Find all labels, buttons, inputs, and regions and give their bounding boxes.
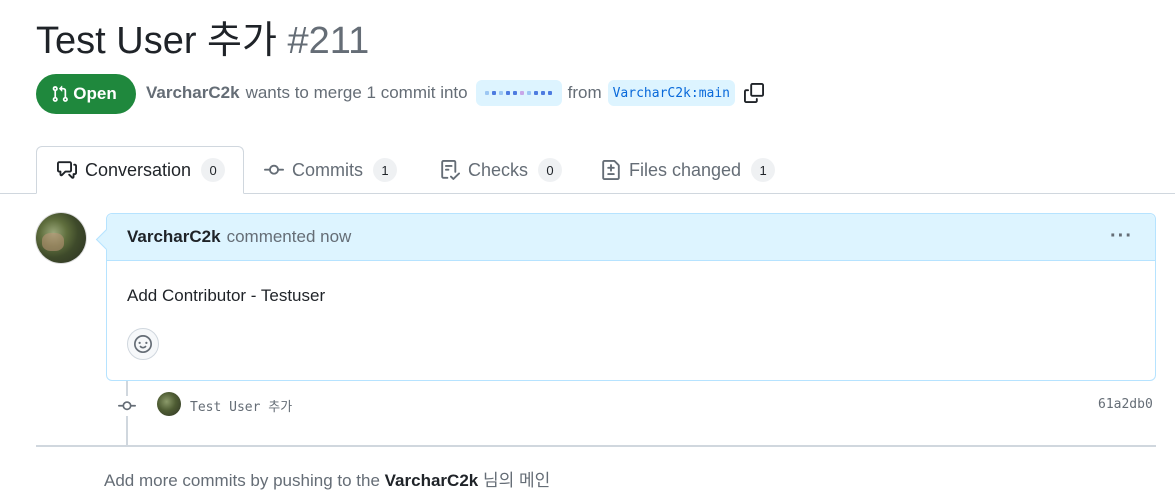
git-commit-icon [264, 164, 284, 175]
comment-header: VarcharC2k commented now ··· [107, 214, 1155, 261]
tab-label: Files changed [629, 159, 742, 180]
author-avatar[interactable] [36, 213, 86, 263]
copy-icon[interactable] [743, 82, 765, 104]
merge-summary: VarcharC2k wants to merge 1 commit into … [146, 80, 765, 106]
pr-author-link[interactable]: VarcharC2k [146, 83, 240, 103]
tab-counter: 0 [201, 158, 226, 182]
base-branch-redacted[interactable] [475, 80, 562, 106]
head-branch[interactable]: VarcharC2k:main [607, 80, 736, 106]
pr-title-text: Test User 추가 [36, 20, 277, 62]
tab-label: Checks [468, 159, 529, 180]
state-label: Open [73, 84, 117, 103]
comment-meta[interactable]: commented now [227, 227, 352, 247]
tab-counter: 0 [538, 158, 563, 182]
tab-label: Conversation [85, 159, 192, 180]
add-reaction-button[interactable] [127, 328, 159, 360]
kebab-menu-icon[interactable]: ··· [1110, 226, 1133, 246]
tab-commits[interactable]: Commits 1 [264, 146, 397, 194]
git-pull-request-icon [52, 85, 69, 102]
tab-label: Commits [292, 159, 363, 180]
tab-checks[interactable]: Checks 0 [440, 146, 563, 194]
git-commit-icon [116, 396, 138, 416]
tab-conversation[interactable]: Conversation 0 [36, 146, 244, 194]
footer-hint-pre: Add more commits by pushing to the [104, 471, 380, 490]
file-diff-icon [602, 160, 620, 180]
commit-message-link[interactable]: Test User 추가 [190, 396, 292, 415]
state-badge-open: Open [36, 74, 136, 114]
comment-box: VarcharC2k commented now ··· Add Contrib… [106, 213, 1156, 381]
smiley-icon [134, 335, 152, 353]
footer-author[interactable]: VarcharC2k [385, 471, 479, 490]
pr-title: Test User 추가 #211 [36, 16, 369, 66]
from-text: from [567, 83, 602, 102]
commit-sha-link[interactable]: 61a2db0 [1098, 397, 1153, 412]
footer-hint: Add more commits by pushing to the Varch… [104, 466, 550, 491]
footer-hint-post: 님의 메인 [482, 471, 551, 490]
timeline-divider [36, 445, 1156, 447]
comment-discussion-icon [57, 161, 77, 179]
pr-number: #211 [287, 20, 370, 62]
tab-counter: 1 [751, 158, 776, 182]
comment-body: Add Contributor - Testuser [127, 286, 326, 305]
commit-author-avatar[interactable] [157, 392, 181, 416]
checklist-icon [441, 160, 460, 180]
merge-text: wants to merge 1 commit into [245, 83, 468, 102]
tab-files-changed[interactable]: Files changed 1 [601, 146, 776, 194]
tab-counter: 1 [373, 158, 397, 182]
comment-author-link[interactable]: VarcharC2k [127, 227, 221, 247]
